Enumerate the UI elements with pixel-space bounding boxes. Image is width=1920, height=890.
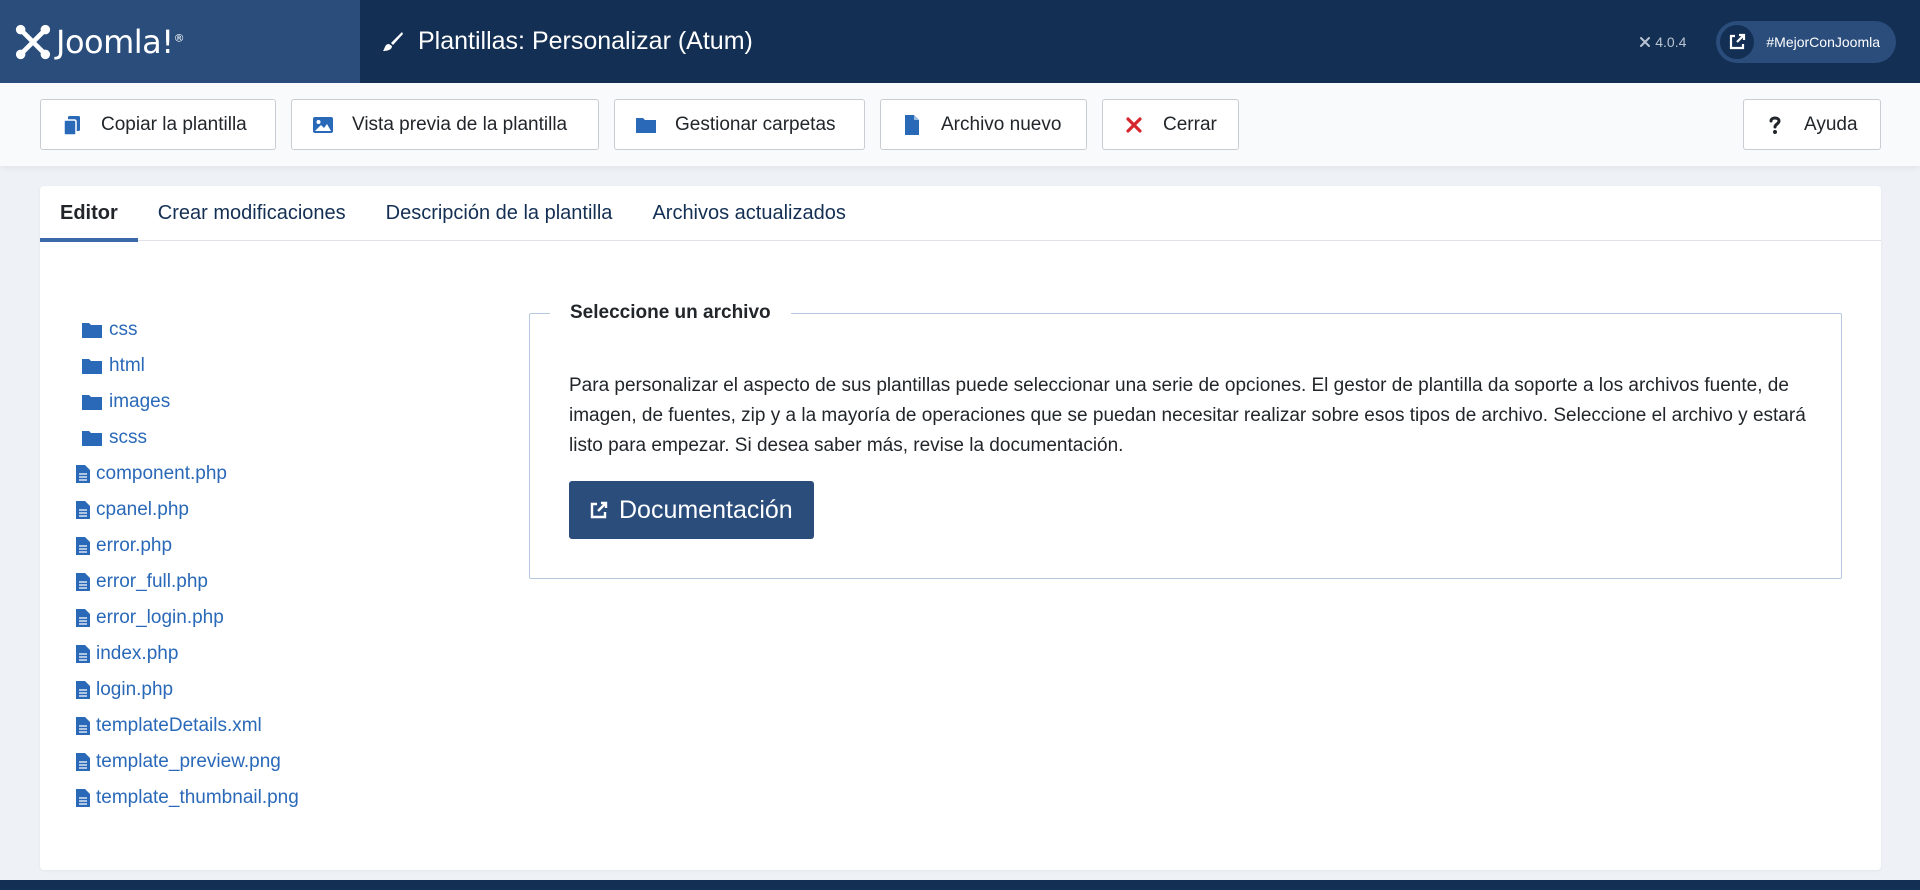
folder-item-images[interactable]: images <box>76 384 299 420</box>
tab-updated-files[interactable]: Archivos actualizados <box>632 186 865 241</box>
select-file-fieldset: Seleccione un archivo Para personalizar … <box>529 302 1842 579</box>
new-file-label: Archivo nuevo <box>941 113 1062 135</box>
tab-template-description[interactable]: Descripción de la plantilla <box>366 186 633 241</box>
tab-bar: Editor Crear modificaciones Descripción … <box>40 186 1881 242</box>
file-icon <box>76 573 90 591</box>
tab-create-overrides[interactable]: Crear modificaciones <box>138 186 366 241</box>
top-header: Joomla!® Plantillas: Personalizar (Atum)… <box>0 0 1920 83</box>
folder-label: html <box>109 355 145 376</box>
brush-icon <box>383 31 403 51</box>
file-item[interactable]: component.php <box>76 456 299 492</box>
folder-icon <box>82 430 102 446</box>
folder-icon <box>82 322 102 338</box>
folder-label: images <box>109 391 171 412</box>
preview-template-label: Vista previa de la plantilla <box>352 113 568 135</box>
file-label: error_login.php <box>96 607 224 628</box>
file-label: template_thumbnail.png <box>96 787 299 808</box>
file-tree: css html images scss component.php cpane… <box>76 312 299 816</box>
file-item[interactable]: error_full.php <box>76 564 299 600</box>
file-label: error.php <box>96 535 173 556</box>
file-item[interactable]: cpanel.php <box>76 492 299 528</box>
file-label: component.php <box>96 463 227 484</box>
file-icon <box>905 114 919 135</box>
help-label: Ayuda <box>1804 113 1858 135</box>
mejor-con-joomla-link[interactable]: #MejorConJoomla <box>1716 20 1896 63</box>
folder-item-scss[interactable]: scss <box>76 420 299 456</box>
folder-icon <box>636 117 656 133</box>
select-file-legend: Seleccione un archivo <box>550 302 791 324</box>
image-icon <box>313 116 333 133</box>
file-icon <box>76 681 90 699</box>
page-heading: Plantillas: Personalizar (Atum) <box>380 27 753 56</box>
copy-template-label: Copiar la plantilla <box>101 113 247 135</box>
external-link-icon <box>1720 24 1755 59</box>
copy-template-button[interactable]: Copiar la plantilla <box>40 99 276 150</box>
file-icon <box>76 789 90 807</box>
hashtag-label: #MejorConJoomla <box>1766 33 1880 50</box>
close-icon <box>1126 116 1142 133</box>
folder-icon <box>82 394 102 410</box>
manage-folders-button[interactable]: Gestionar carpetas <box>614 99 865 150</box>
close-button[interactable]: Cerrar <box>1102 99 1239 150</box>
new-file-button[interactable]: Archivo nuevo <box>880 99 1087 150</box>
joomla-logo[interactable]: Joomla!® <box>0 0 360 83</box>
file-label: cpanel.php <box>96 499 189 520</box>
folder-label: css <box>109 319 138 340</box>
joomla-small-icon <box>1640 36 1651 47</box>
file-label: login.php <box>96 679 174 700</box>
file-icon <box>76 753 90 771</box>
file-label: templateDetails.xml <box>96 715 262 736</box>
file-item[interactable]: error.php <box>76 528 299 564</box>
file-icon <box>76 465 90 483</box>
file-item[interactable]: template_preview.png <box>76 744 299 780</box>
file-item[interactable]: template_thumbnail.png <box>76 780 299 816</box>
file-label: template_preview.png <box>96 751 281 772</box>
file-item[interactable]: templateDetails.xml <box>76 708 299 744</box>
file-icon <box>76 609 90 627</box>
file-label: index.php <box>96 643 179 664</box>
version-number: 4.0.4 <box>1655 33 1687 50</box>
question-icon <box>1769 116 1781 134</box>
file-icon <box>76 501 90 519</box>
folder-item-css[interactable]: css <box>76 312 299 348</box>
preview-template-button[interactable]: Vista previa de la plantilla <box>291 99 599 150</box>
logo-wordmark: Joomla!® <box>56 22 185 61</box>
file-label: error_full.php <box>96 571 208 592</box>
page-title: Plantillas: Personalizar (Atum) <box>418 27 753 55</box>
file-icon <box>76 537 90 555</box>
folder-label: scss <box>109 427 147 448</box>
template-editor-card: Editor Crear modificaciones Descripción … <box>40 186 1881 870</box>
tab-editor[interactable]: Editor <box>40 186 138 242</box>
documentation-label: Documentación <box>619 495 793 524</box>
help-button[interactable]: Ayuda <box>1743 99 1881 150</box>
joomla-logo-icon <box>15 24 51 59</box>
folder-item-html[interactable]: html <box>76 348 299 384</box>
manage-folders-label: Gestionar carpetas <box>675 113 836 135</box>
version-info: 4.0.4 <box>1638 34 1686 50</box>
external-link-icon <box>590 501 608 519</box>
folder-icon <box>82 358 102 374</box>
file-icon <box>76 717 90 735</box>
copy-icon <box>63 115 80 136</box>
documentation-button[interactable]: Documentación <box>569 481 814 539</box>
file-item[interactable]: index.php <box>76 636 299 672</box>
file-item[interactable]: login.php <box>76 672 299 708</box>
close-label: Cerrar <box>1163 113 1217 135</box>
footer-strip <box>0 880 1920 890</box>
file-icon <box>76 645 90 663</box>
toolbar: Copiar la plantilla Vista previa de la p… <box>0 83 1920 166</box>
file-item[interactable]: error_login.php <box>76 600 299 636</box>
select-file-description: Para personalizar el aspecto de sus plan… <box>569 375 1806 456</box>
